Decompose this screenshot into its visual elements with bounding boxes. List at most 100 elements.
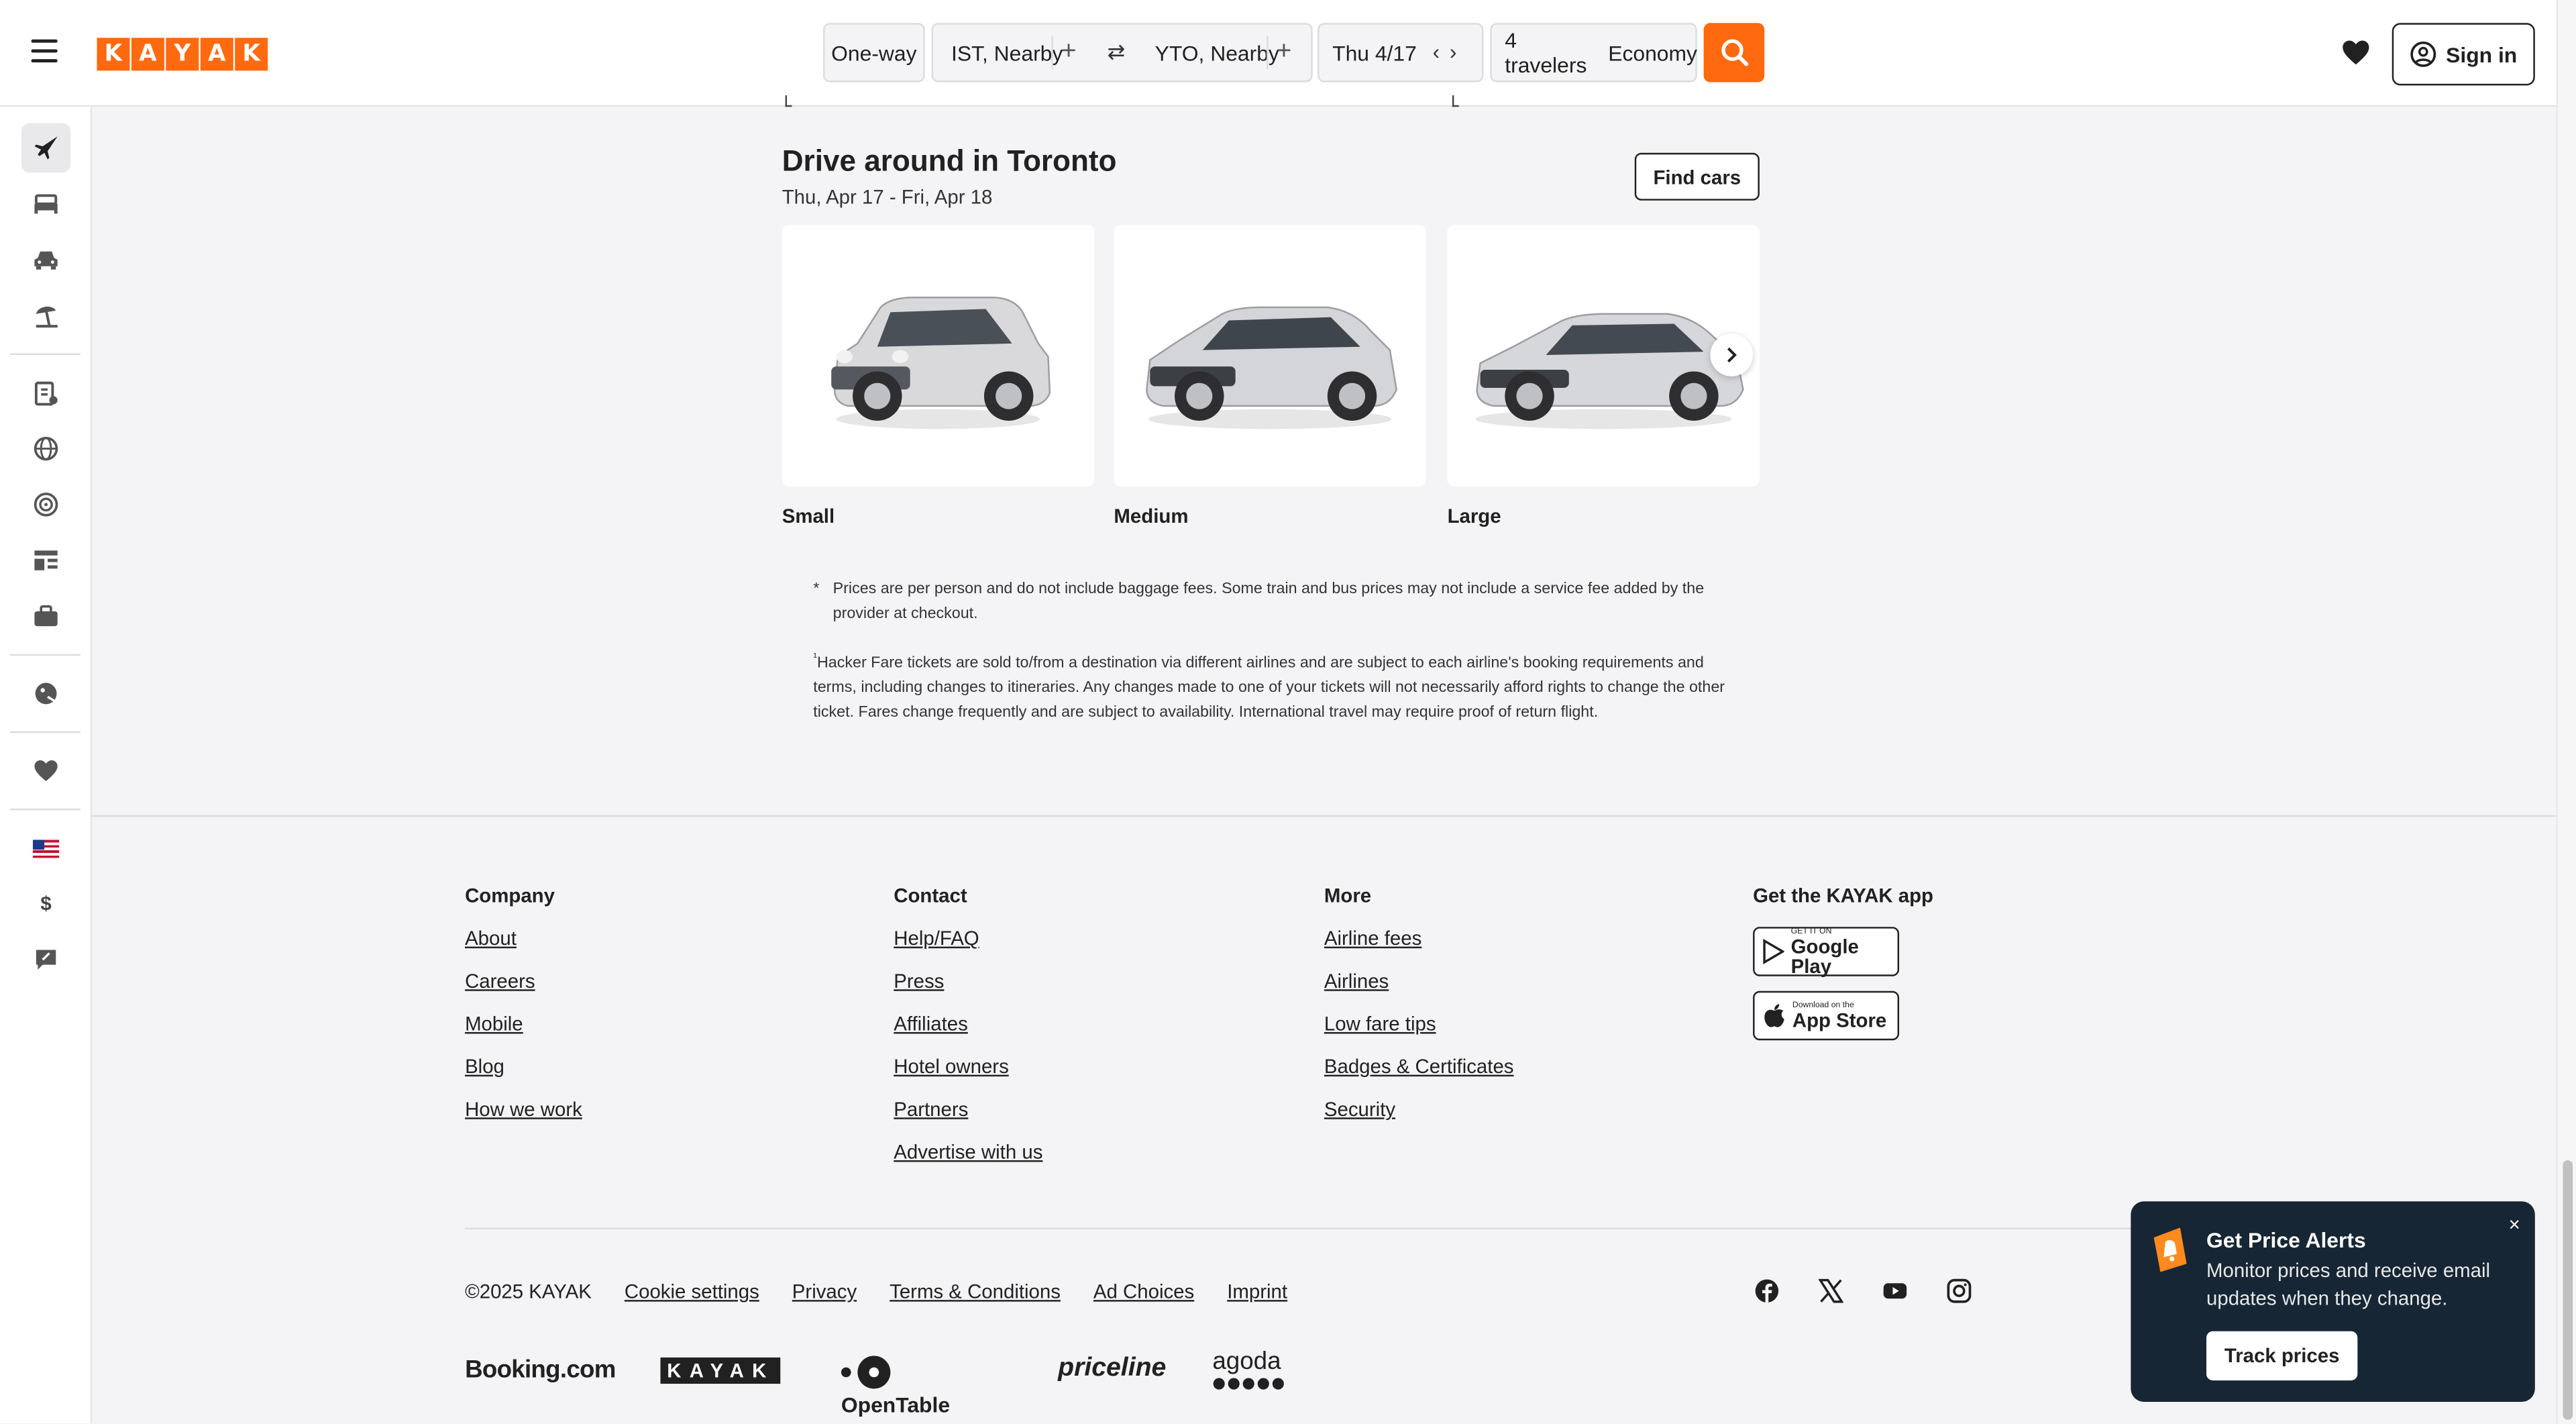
- footer-app: Get the KAYAK app GET IT ON Google Play D…: [1753, 884, 1933, 1056]
- privacy-link[interactable]: Privacy: [792, 1280, 857, 1303]
- footer-link-airlines[interactable]: Airlines: [1324, 970, 1514, 1013]
- add-origin-icon[interactable]: +: [1051, 36, 1084, 69]
- instagram-icon[interactable]: [1947, 1278, 1972, 1303]
- search-button[interactable]: [1703, 23, 1765, 83]
- kayak-logo[interactable]: K A Y A K: [97, 38, 268, 71]
- agoda-dots-icon: [1213, 1378, 1284, 1390]
- find-cars-button[interactable]: Find cars: [1634, 152, 1760, 201]
- feedback-icon[interactable]: [21, 935, 70, 984]
- footer-link-how-we-work[interactable]: How we work: [465, 1098, 582, 1141]
- kayak-brand-logo[interactable]: KAYAK: [660, 1357, 782, 1384]
- date-arrows: ‹›: [1433, 40, 1467, 64]
- bed-icon[interactable]: [21, 179, 70, 228]
- small-car-image: [831, 297, 1051, 429]
- popup-title: Get Price Alerts: [2206, 1227, 2366, 1253]
- deals-icon[interactable]: [21, 669, 70, 718]
- footer-link-partners[interactable]: Partners: [894, 1098, 1042, 1141]
- drive-section-title: Drive around in Toronto: [782, 144, 1117, 178]
- youtube-icon[interactable]: [1883, 1278, 1908, 1303]
- user-icon: [2410, 41, 2436, 67]
- scrollbar-thumb[interactable]: [2563, 1160, 2573, 1420]
- footer-contact: Contact Help/FAQ Press Affiliates Hotel …: [894, 884, 1042, 1184]
- page-scrollbar[interactable]: [2556, 0, 2576, 1423]
- news-icon[interactable]: [21, 536, 70, 584]
- footer-link-security[interactable]: Security: [1324, 1098, 1514, 1141]
- globe-icon[interactable]: [21, 424, 70, 473]
- priceline-logo[interactable]: priceline: [1058, 1354, 1166, 1384]
- sign-in-button[interactable]: Sign in: [2392, 23, 2535, 86]
- footer-link-affiliates[interactable]: Affiliates: [894, 1013, 1042, 1056]
- destination-field[interactable]: YTO, Nearby: [1155, 41, 1279, 66]
- google-play-badge[interactable]: GET IT ON Google Play: [1753, 927, 1900, 976]
- business-icon[interactable]: [21, 592, 70, 641]
- footer-more: More Airline fees Airlines Low fare tips…: [1324, 884, 1514, 1141]
- google-play-icon: [1763, 938, 1784, 964]
- dollar-icon[interactable]: $: [21, 879, 70, 928]
- footer-link-blog[interactable]: Blog: [465, 1055, 582, 1098]
- legal-links: ©2025 KAYAK Cookie settings Privacy Term…: [465, 1280, 1287, 1303]
- footer-link-mobile[interactable]: Mobile: [465, 1013, 582, 1056]
- plane-icon[interactable]: [21, 123, 71, 173]
- beach-umbrella-icon[interactable]: [21, 291, 70, 340]
- partial-content-mark: [785, 95, 792, 107]
- terms-link[interactable]: Terms & Conditions: [890, 1280, 1061, 1303]
- copyright: ©2025 KAYAK: [465, 1280, 592, 1304]
- hacker-fare-note: ¹Hacker Fare tickets are sold to/from a …: [813, 652, 1725, 722]
- saved-heart-icon[interactable]: [21, 746, 70, 795]
- footer-link-airline-fees[interactable]: Airline fees: [1324, 927, 1514, 970]
- footer-link-badges[interactable]: Badges & Certificates: [1324, 1055, 1514, 1098]
- ad-choices-link[interactable]: Ad Choices: [1093, 1280, 1194, 1303]
- nav-divider: [9, 731, 81, 733]
- footer-divider: [92, 815, 2557, 817]
- car-card-medium[interactable]: [1114, 225, 1426, 487]
- heart-icon[interactable]: [2341, 40, 2371, 66]
- footer-link-low-fare-tips[interactable]: Low fare tips: [1324, 1013, 1514, 1056]
- search-icon: [1721, 39, 1748, 66]
- car-icon[interactable]: [21, 235, 70, 284]
- nav-divider: [9, 353, 81, 355]
- app-store-badge[interactable]: Download on the App Store: [1753, 990, 1900, 1041]
- footer-link-press[interactable]: Press: [894, 970, 1042, 1013]
- next-date-icon[interactable]: ›: [1450, 40, 1466, 64]
- car-card-small[interactable]: [782, 225, 1095, 487]
- top-header: K A Y A K One-way IST, Nearby + ⇄ YTO, N…: [0, 0, 2557, 107]
- x-icon[interactable]: [1819, 1278, 1843, 1303]
- facebook-icon[interactable]: [1755, 1278, 1780, 1303]
- nav-divider: [9, 654, 81, 656]
- swap-icon[interactable]: ⇄: [1108, 40, 1126, 66]
- us-flag-icon[interactable]: [21, 823, 70, 872]
- footer-link-advertise[interactable]: Advertise with us: [894, 1141, 1042, 1184]
- travelers-field[interactable]: 4 travelers Economy: [1490, 23, 1697, 83]
- close-icon[interactable]: ×: [2509, 1213, 2520, 1235]
- explore-icon[interactable]: [21, 480, 70, 529]
- origin-field[interactable]: IST, Nearby: [951, 41, 1063, 66]
- track-prices-button[interactable]: Track prices: [2206, 1331, 2358, 1381]
- agoda-logo[interactable]: agoda: [1212, 1347, 1288, 1390]
- menu-icon[interactable]: [31, 39, 58, 63]
- carousel-next-button[interactable]: [1710, 334, 1754, 376]
- price-disclaimer: * Prices are per person and do not inclu…: [813, 577, 1733, 725]
- footer-link-careers[interactable]: Careers: [465, 970, 582, 1013]
- add-destination-icon[interactable]: +: [1267, 36, 1299, 69]
- price-alert-bell-icon: [2153, 1227, 2187, 1272]
- car-label-medium: Medium: [1114, 504, 1189, 528]
- footer-link-about[interactable]: About: [465, 927, 582, 970]
- trips-icon[interactable]: [21, 368, 70, 417]
- car-label-small: Small: [782, 504, 835, 528]
- cookie-settings-link[interactable]: Cookie settings: [625, 1280, 759, 1303]
- apple-icon: [1764, 1004, 1784, 1027]
- trip-type-select[interactable]: One-way: [822, 23, 925, 83]
- left-nav: $: [0, 107, 93, 1423]
- medium-car-image: [1146, 306, 1397, 429]
- booking-logo[interactable]: Booking.com: [465, 1356, 616, 1384]
- footer-link-hotel-owners[interactable]: Hotel owners: [894, 1055, 1042, 1098]
- price-alert-popup: × Get Price Alerts Monitor prices and re…: [2131, 1201, 2535, 1402]
- opentable-logo[interactable]: OpenTable: [841, 1354, 950, 1420]
- nav-divider: [9, 808, 81, 811]
- footer-link-help[interactable]: Help/FAQ: [894, 927, 1042, 970]
- prev-date-icon[interactable]: ‹: [1433, 40, 1450, 64]
- opentable-icon: [841, 1356, 891, 1389]
- imprint-link[interactable]: Imprint: [1227, 1280, 1287, 1303]
- car-label-large: Large: [1447, 504, 1501, 528]
- price-note: * Prices are per person and do not inclu…: [813, 580, 1705, 623]
